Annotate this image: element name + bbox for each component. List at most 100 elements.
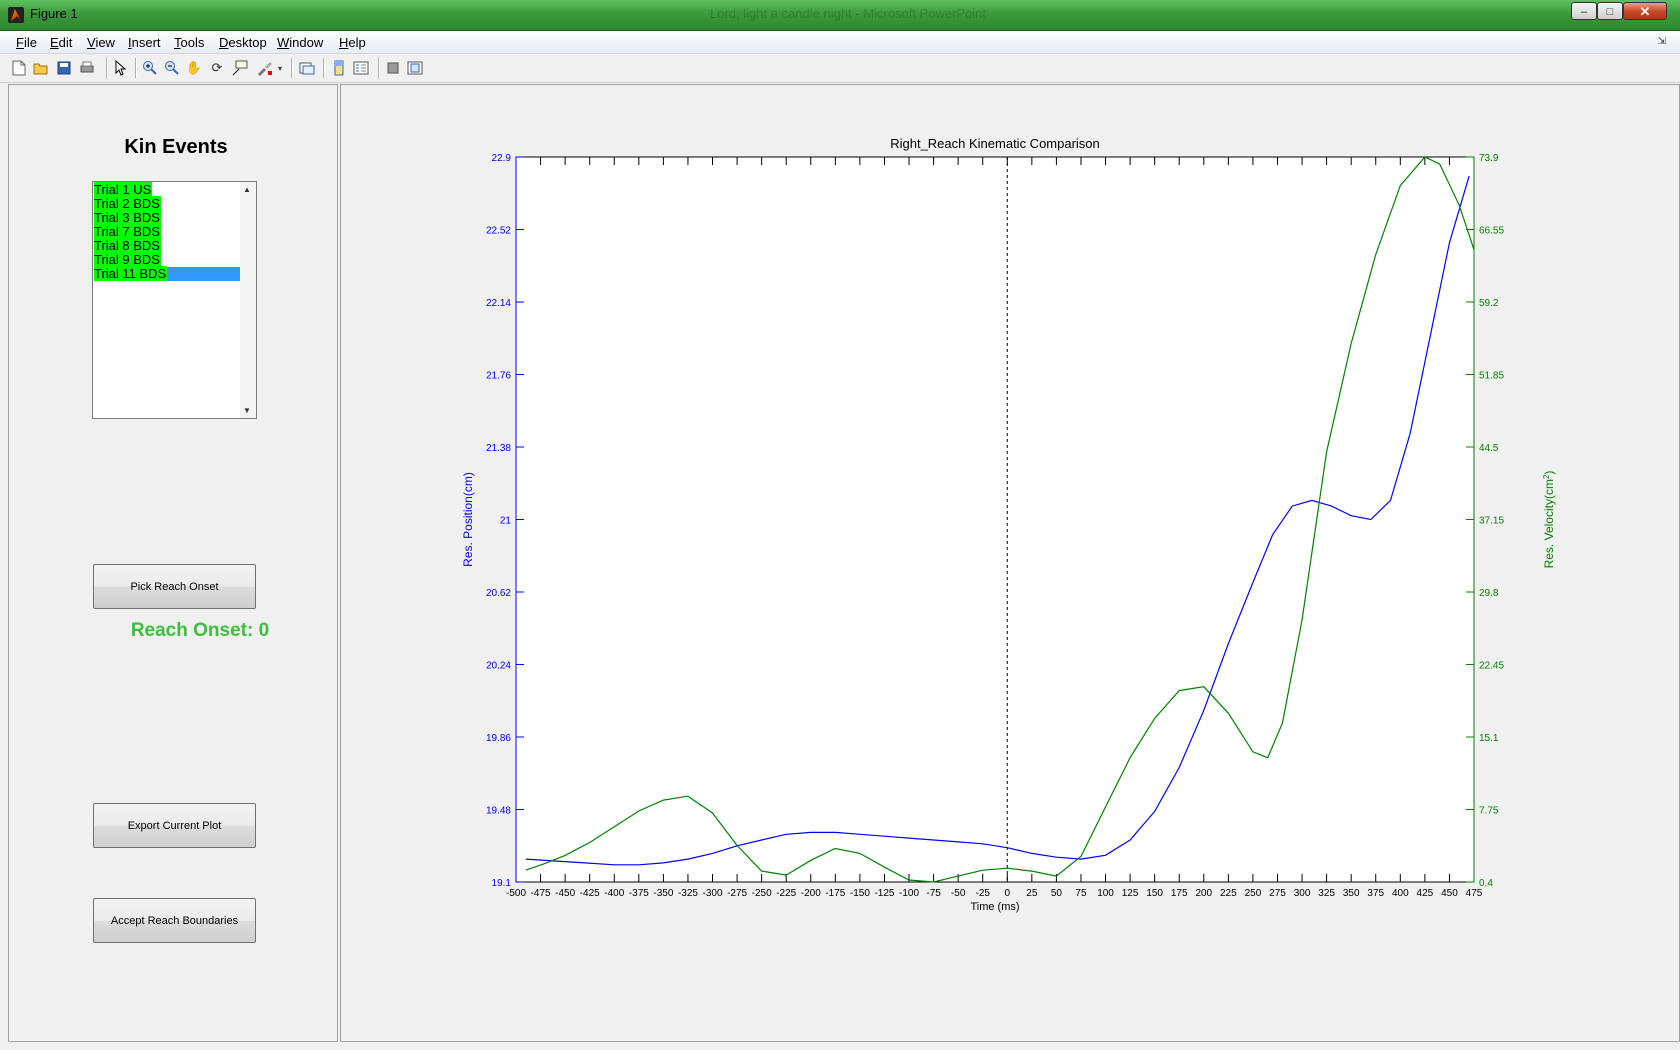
- accept-reach-boundaries-button[interactable]: Accept Reach Boundaries: [93, 898, 256, 943]
- x-tick-label: 25: [1026, 888, 1038, 899]
- brush-icon[interactable]: [256, 59, 274, 77]
- scroll-up-icon[interactable]: ▲: [243, 185, 251, 194]
- x-tick-label: 275: [1269, 888, 1286, 899]
- list-item[interactable]: Trial 8 BDS: [94, 238, 241, 253]
- zoom-out-icon[interactable]: [163, 59, 181, 77]
- window-titlebar: Figure 1 Lord, light a candle night - Mi…: [0, 0, 1680, 31]
- x-tick-label: 150: [1146, 888, 1163, 899]
- x-tick-label: -175: [825, 888, 845, 899]
- list-item[interactable]: Trial 3 BDS: [94, 210, 241, 225]
- edit-plot-arrow-icon[interactable]: [111, 59, 129, 77]
- maximize-button[interactable]: □: [1597, 2, 1623, 20]
- x-tick-label: -275: [727, 888, 747, 899]
- listbox-scrollbar[interactable]: ▲ ▼: [240, 182, 256, 418]
- y-right-tick-label: 44.5: [1479, 443, 1499, 454]
- trial-listbox[interactable]: Trial 1 US Trial 2 BDS Trial 3 BDS Trial…: [92, 181, 257, 419]
- print-icon[interactable]: [78, 59, 96, 77]
- list-item[interactable]: Trial 9 BDS: [94, 252, 241, 267]
- menu-tools[interactable]: Tools: [174, 35, 204, 50]
- list-item[interactable]: Trial 1 US: [94, 182, 241, 197]
- y-left-tick-label: 21: [500, 516, 512, 527]
- pick-reach-onset-button[interactable]: Pick Reach Onset: [93, 564, 256, 609]
- x-tick-label: -100: [899, 888, 919, 899]
- export-current-plot-button[interactable]: Export Current Plot: [93, 803, 256, 848]
- x-tick-label: 250: [1245, 888, 1262, 899]
- y-right-tick-label: 66.55: [1479, 226, 1504, 237]
- plot-area[interactable]: [515, 156, 1475, 883]
- rotate-3d-icon[interactable]: ⟳: [208, 59, 226, 77]
- y-right-tick-label: 22.45: [1479, 661, 1504, 672]
- link-plot-icon[interactable]: [298, 59, 316, 77]
- x-tick-label: -425: [580, 888, 600, 899]
- show-plot-tools-icon[interactable]: [406, 59, 424, 77]
- list-item[interactable]: Trial 7 BDS: [94, 224, 241, 239]
- menu-file[interactable]: File: [16, 35, 37, 50]
- menu-view[interactable]: View: [87, 35, 115, 50]
- scroll-down-icon[interactable]: ▼: [243, 406, 251, 415]
- y-right-tick-label: 15.1: [1479, 733, 1499, 744]
- minimize-button[interactable]: –: [1571, 2, 1597, 20]
- menu-bar: File Edit View Insert Tools Desktop Wind…: [0, 31, 1680, 54]
- x-tick-label: -50: [951, 888, 966, 899]
- brush-dropdown-icon[interactable]: ▾: [275, 59, 285, 77]
- x-tick-label: 300: [1294, 888, 1311, 899]
- x-tick-label: -500: [506, 888, 526, 899]
- hide-plot-tools-icon[interactable]: [384, 59, 402, 77]
- save-icon[interactable]: [55, 59, 73, 77]
- figure-toolbar: ✋ ⟳ ▾: [0, 54, 1680, 83]
- list-item[interactable]: Trial 2 BDS: [94, 196, 241, 211]
- x-tick-label: 475: [1466, 888, 1483, 899]
- close-button[interactable]: ✕: [1623, 2, 1667, 20]
- matlab-app-icon: [8, 7, 24, 23]
- x-tick-label: 400: [1392, 888, 1409, 899]
- menu-help[interactable]: Help: [339, 35, 366, 50]
- x-tick-label: 425: [1417, 888, 1434, 899]
- x-tick-label: 175: [1171, 888, 1188, 899]
- x-tick-label: -125: [874, 888, 894, 899]
- x-tick-label: -225: [776, 888, 796, 899]
- x-tick-label: -300: [703, 888, 723, 899]
- y-right-tick-label: 37.15: [1479, 516, 1504, 527]
- x-tick-label: -325: [678, 888, 698, 899]
- x-tick-label: -375: [629, 888, 649, 899]
- x-tick-label: 225: [1220, 888, 1237, 899]
- y-right-tick-label: 51.85: [1479, 371, 1504, 382]
- x-tick-label: -250: [752, 888, 772, 899]
- y-right-tick-label: 7.75: [1479, 806, 1499, 817]
- y-right-tick-label: 73.9: [1479, 153, 1499, 164]
- y-left-tick-label: 19.1: [492, 878, 512, 889]
- dock-arrow-icon[interactable]: ⇲: [1658, 36, 1666, 47]
- x-tick-label: 325: [1318, 888, 1335, 899]
- list-item-selected[interactable]: Trial 11 BDS: [94, 266, 241, 281]
- menu-desktop[interactable]: Desktop: [219, 35, 267, 50]
- y-left-tick-label: 19.86: [486, 733, 511, 744]
- x-tick-label: 375: [1367, 888, 1384, 899]
- menu-window[interactable]: Window: [277, 35, 323, 50]
- x-tick-label: -475: [531, 888, 551, 899]
- pan-hand-icon[interactable]: ✋: [185, 59, 203, 77]
- menu-insert[interactable]: Insert: [128, 35, 161, 50]
- x-tick-label: -200: [801, 888, 821, 899]
- chart-title: Right_Reach Kinematic Comparison: [890, 136, 1100, 151]
- zoom-in-icon[interactable]: [141, 59, 159, 77]
- x-tick-label: -350: [653, 888, 673, 899]
- x-tick-label: 200: [1195, 888, 1212, 899]
- y-left-tick-label: 22.14: [486, 298, 511, 309]
- data-cursor-icon[interactable]: [231, 59, 249, 77]
- y-left-tick-label: 22.52: [486, 226, 511, 237]
- x-tick-label: 350: [1343, 888, 1360, 899]
- colorbar-icon[interactable]: [330, 59, 348, 77]
- open-file-icon[interactable]: [32, 59, 50, 77]
- kinematic-chart[interactable]: -500 -475 -450 -425 -400 -375 -350 -325 -300 -275…: [340, 84, 1640, 984]
- y-axis-left-label: Res. Position(cm): [461, 472, 475, 567]
- new-figure-icon[interactable]: [10, 59, 28, 77]
- y-left-tick-label: 19.48: [486, 806, 511, 817]
- y-left-tick-label: 22.9: [492, 153, 512, 164]
- menu-edit[interactable]: Edit: [50, 35, 72, 50]
- y-left-tick-label: 21.76: [486, 371, 511, 382]
- x-tick-label: 75: [1075, 888, 1087, 899]
- legend-icon[interactable]: [352, 59, 370, 77]
- y-left-tick-label: 20.24: [486, 661, 511, 672]
- x-tick-label: -25: [975, 888, 990, 899]
- x-tick-label: 0: [1005, 888, 1011, 899]
